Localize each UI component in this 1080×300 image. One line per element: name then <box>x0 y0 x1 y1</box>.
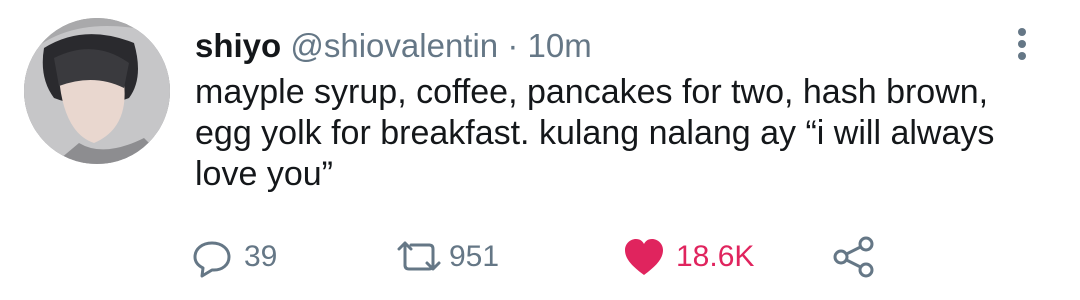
tweet-header: shiyo @shiovalentin · 10m <box>195 26 592 66</box>
reply-button[interactable]: 39 <box>190 232 277 282</box>
retweet-count: 951 <box>449 240 500 273</box>
share-button[interactable] <box>830 232 874 282</box>
display-name[interactable]: shiyo <box>195 27 281 64</box>
heart-icon <box>622 235 666 279</box>
timestamp[interactable]: 10m <box>528 27 592 64</box>
avatar-image <box>24 18 170 164</box>
retweet-button[interactable]: 951 <box>395 232 499 282</box>
separator-dot: · <box>507 27 519 64</box>
more-vertical-icon[interactable] <box>1006 22 1038 66</box>
avatar[interactable] <box>24 18 170 164</box>
like-button[interactable]: 18.6K <box>622 232 754 282</box>
reply-icon <box>190 235 234 279</box>
share-icon <box>830 235 874 279</box>
tweet-text: mayple syrup, coffee, pancakes for two, … <box>195 73 995 193</box>
tweet-actions: 39 951 18.6K <box>190 232 1050 282</box>
retweet-icon <box>395 235 441 279</box>
reply-count: 39 <box>244 240 278 273</box>
tweet[interactable]: shiyo @shiovalentin · 10m mayple syrup, … <box>0 0 1080 300</box>
user-handle[interactable]: @shiovalentin <box>290 27 498 64</box>
like-count: 18.6K <box>676 240 755 273</box>
